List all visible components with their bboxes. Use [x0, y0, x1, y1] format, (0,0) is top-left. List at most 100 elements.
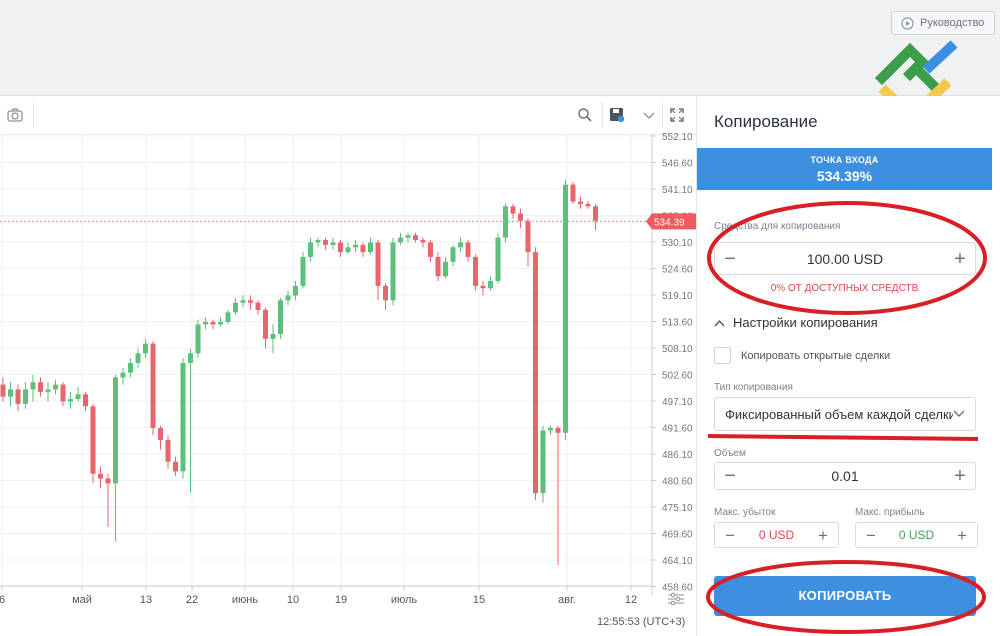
volume-stepper[interactable]: − 0.01 +	[714, 462, 976, 490]
guide-button[interactable]: Руководство	[891, 11, 995, 35]
candle-body	[210, 321, 216, 325]
candle-body	[203, 321, 208, 325]
candle-body	[165, 440, 171, 462]
candle-body	[158, 427, 163, 441]
settings-sliders-icon[interactable]	[668, 592, 684, 606]
candle-body	[225, 312, 231, 322]
candle-body	[330, 242, 336, 245]
copy-type-select[interactable]: Фиксированный объем каждой сделки	[714, 397, 976, 431]
y-tick-label: 524.60	[662, 265, 693, 276]
minus-icon[interactable]: −	[715, 466, 745, 486]
x-tick-label: 6	[0, 594, 5, 606]
candle-body	[540, 430, 546, 494]
candle-body	[263, 309, 268, 339]
candle-body	[443, 261, 448, 277]
candle-body	[285, 295, 291, 301]
y-tick-label: 541.10	[662, 185, 693, 196]
candle-body	[435, 256, 441, 277]
candle-body	[68, 399, 73, 402]
minus-icon[interactable]: −	[715, 527, 745, 544]
candle-body	[368, 242, 373, 253]
funds-label: Средства для копирования	[714, 221, 841, 232]
y-tick-label: 530.10	[662, 238, 693, 249]
candle-body	[180, 362, 186, 472]
max-loss-stepper[interactable]: − 0 USD +	[714, 522, 839, 548]
chevron-down-icon	[953, 410, 965, 417]
candle-body	[480, 285, 486, 289]
candle-body	[420, 240, 426, 243]
entry-point-value: 534.39%	[816, 168, 873, 184]
funds-value[interactable]: 100.00 USD	[745, 251, 945, 267]
y-tick-label: 475.10	[662, 503, 693, 514]
max-loss-label: Макс. убыток	[714, 507, 776, 518]
y-tick-label: 486.10	[662, 450, 693, 461]
plus-icon[interactable]: +	[947, 527, 977, 544]
y-tick-label: 480.60	[662, 477, 693, 488]
candle-body	[105, 478, 111, 484]
candle-body	[503, 206, 508, 238]
candle-body	[428, 242, 433, 257]
candle-body	[323, 240, 328, 245]
x-tick-label: 10	[287, 594, 299, 606]
price-tag-label: 534.39	[654, 217, 685, 228]
volume-value[interactable]: 0.01	[745, 468, 945, 484]
x-tick-label: 13	[140, 594, 152, 606]
guide-label: Руководство	[920, 17, 985, 29]
candle-body	[23, 389, 28, 404]
max-profit-label: Макс. прибыль	[855, 507, 925, 518]
candle-body	[533, 252, 538, 494]
copy-open-trades-checkbox[interactable]	[714, 347, 731, 364]
minus-icon[interactable]: −	[856, 527, 886, 544]
max-profit-stepper[interactable]: − 0 USD +	[855, 522, 978, 548]
available-funds-text: 0% ОТ ДОСТУПНЫХ СРЕДСТВ	[770, 283, 919, 294]
chart-time-label: 12:55:53 (UTC+3)	[597, 616, 686, 628]
y-tick-label: 508.10	[662, 344, 693, 355]
copy-open-trades-row[interactable]: Копировать открытые сделки	[714, 347, 890, 364]
candle-body	[113, 377, 118, 484]
x-tick-label: июль	[391, 594, 418, 606]
candle-body	[488, 281, 493, 289]
chart-area[interactable]: 552.10546.60541.10535.60530.10524.60519.…	[0, 96, 697, 636]
max-profit-value[interactable]: 0 USD	[886, 528, 947, 542]
copy-settings-toggle[interactable]: Настройки копирования	[714, 315, 878, 330]
candle-body	[338, 242, 343, 253]
plus-icon[interactable]: +	[945, 249, 975, 269]
plus-icon[interactable]: +	[808, 527, 838, 544]
candle-body	[390, 242, 396, 301]
y-tick-label: 491.60	[662, 424, 693, 435]
candle-body	[398, 237, 403, 243]
x-tick-label: 15	[473, 594, 485, 606]
copy-button[interactable]: КОПИРОВАТЬ	[714, 576, 976, 616]
candle-body	[38, 382, 43, 392]
plus-icon[interactable]: +	[945, 466, 975, 486]
candle-body	[353, 244, 358, 248]
candle-body	[308, 242, 313, 257]
x-tick-label: май	[72, 594, 92, 606]
candle-body	[60, 384, 66, 402]
candle-body	[90, 406, 96, 474]
entry-point-label: ТОЧКА ВХОДА	[810, 155, 879, 165]
candle-body	[98, 473, 103, 479]
max-loss-value[interactable]: 0 USD	[745, 528, 808, 542]
candle-body	[255, 302, 261, 310]
funds-stepper[interactable]: − 100.00 USD +	[714, 242, 976, 275]
copy-panel: Копирование ТОЧКА ВХОДА 534.39% Средства…	[697, 96, 1000, 636]
candle-body	[405, 235, 411, 238]
candle-body	[413, 235, 418, 241]
minus-icon[interactable]: −	[715, 249, 745, 269]
y-tick-label: 458.60	[662, 583, 693, 594]
candle-body	[8, 389, 13, 397]
candle-body	[375, 242, 381, 286]
candlestick-chart[interactable]: 552.10546.60541.10535.60530.10524.60519.…	[0, 96, 696, 636]
candle-body	[218, 321, 223, 325]
panel-title: Копирование	[714, 112, 818, 131]
x-tick-label: 12	[625, 594, 637, 606]
candle-body	[593, 206, 598, 221]
candle-body	[15, 389, 21, 404]
candle-body	[360, 244, 366, 253]
candle-body	[143, 343, 148, 354]
y-tick-label: 464.10	[662, 556, 693, 567]
x-tick-label: 22	[186, 594, 198, 606]
candle-body	[578, 201, 583, 204]
candle-body	[570, 184, 576, 202]
